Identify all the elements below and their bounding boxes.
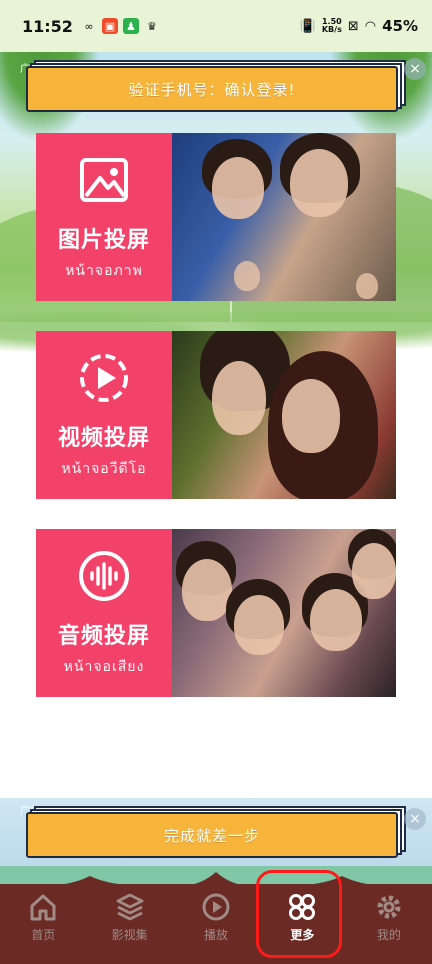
- card-thumbnail: [172, 331, 396, 499]
- app-notification-icon: ▣: [101, 18, 118, 34]
- link-icon: ∞: [84, 19, 94, 33]
- card-thumbnail: [172, 133, 396, 301]
- gear-icon: [377, 895, 401, 919]
- net-speed-unit: KB/s: [321, 25, 342, 34]
- ad-banner-top[interactable]: 广告 验证手机号：确认登录! ×: [0, 56, 432, 118]
- card-thumbnail: [172, 529, 396, 697]
- tab-label: 更多: [290, 928, 315, 942]
- tab-label: 我的: [376, 928, 401, 942]
- tab-label: 播放: [204, 928, 229, 942]
- tab-label: 影视集: [111, 928, 148, 942]
- audio-cast-card[interactable]: 音频投屏 หน้าจอเสียง: [36, 529, 396, 697]
- ad-banner-bottom[interactable]: 广告 完成就差一步 ×: [0, 798, 432, 868]
- close-icon[interactable]: ×: [404, 58, 426, 80]
- image-cast-card[interactable]: 图片投屏 หน้าจอภาพ: [36, 133, 396, 301]
- no-sim-icon: ⊠: [347, 18, 359, 34]
- home-icon: [30, 894, 56, 921]
- tab-collection[interactable]: 影视集: [86, 888, 172, 964]
- vibrate-icon: 📳: [299, 18, 316, 34]
- tab-more[interactable]: 更多: [259, 888, 345, 964]
- layers-icon: [116, 893, 144, 921]
- image-icon: [80, 158, 128, 202]
- card-subtitle: หน้าจอวีดีโอ: [61, 461, 147, 477]
- grid-four-icon: [289, 894, 316, 920]
- tab-home[interactable]: 首页: [0, 888, 86, 964]
- battery-level: 45%: [382, 17, 418, 35]
- bottom-tab-bar: 首页 影视集 播放 更多 我的: [0, 866, 432, 964]
- card-title: 视频投屏: [57, 426, 150, 451]
- card-subtitle: หน้าจอภาพ: [65, 263, 143, 279]
- ad-banner-text[interactable]: 验证手机号：确认登录!: [26, 66, 398, 112]
- ad-banner-text[interactable]: 完成就差一步: [26, 812, 398, 858]
- play-circle-icon: [80, 354, 128, 402]
- status-bar: 11:52 ∞ ▣ ♟ ♛ 📳 1.50 KB/s ⊠ ◠ 45%: [0, 0, 432, 52]
- video-cast-card[interactable]: 视频投屏 หน้าจอวีดีโอ: [36, 331, 396, 499]
- tab-label: 首页: [31, 928, 56, 942]
- card-title: 图片投屏: [57, 228, 150, 253]
- card-subtitle: หน้าจอเสียง: [63, 659, 145, 675]
- net-speed: 1.50 KB/s: [322, 18, 342, 34]
- tab-play[interactable]: 播放: [173, 888, 259, 964]
- audio-wave-icon: [79, 551, 129, 601]
- status-time: 11:52: [22, 16, 73, 36]
- wifi-icon: ◠: [364, 18, 377, 34]
- play-icon: [202, 893, 230, 921]
- card-title: 音频投屏: [57, 624, 150, 649]
- crown-icon: ♛: [147, 19, 157, 33]
- tab-profile[interactable]: 我的: [346, 888, 432, 964]
- close-icon[interactable]: ×: [404, 808, 426, 830]
- game-notification-icon: ♟: [122, 18, 139, 34]
